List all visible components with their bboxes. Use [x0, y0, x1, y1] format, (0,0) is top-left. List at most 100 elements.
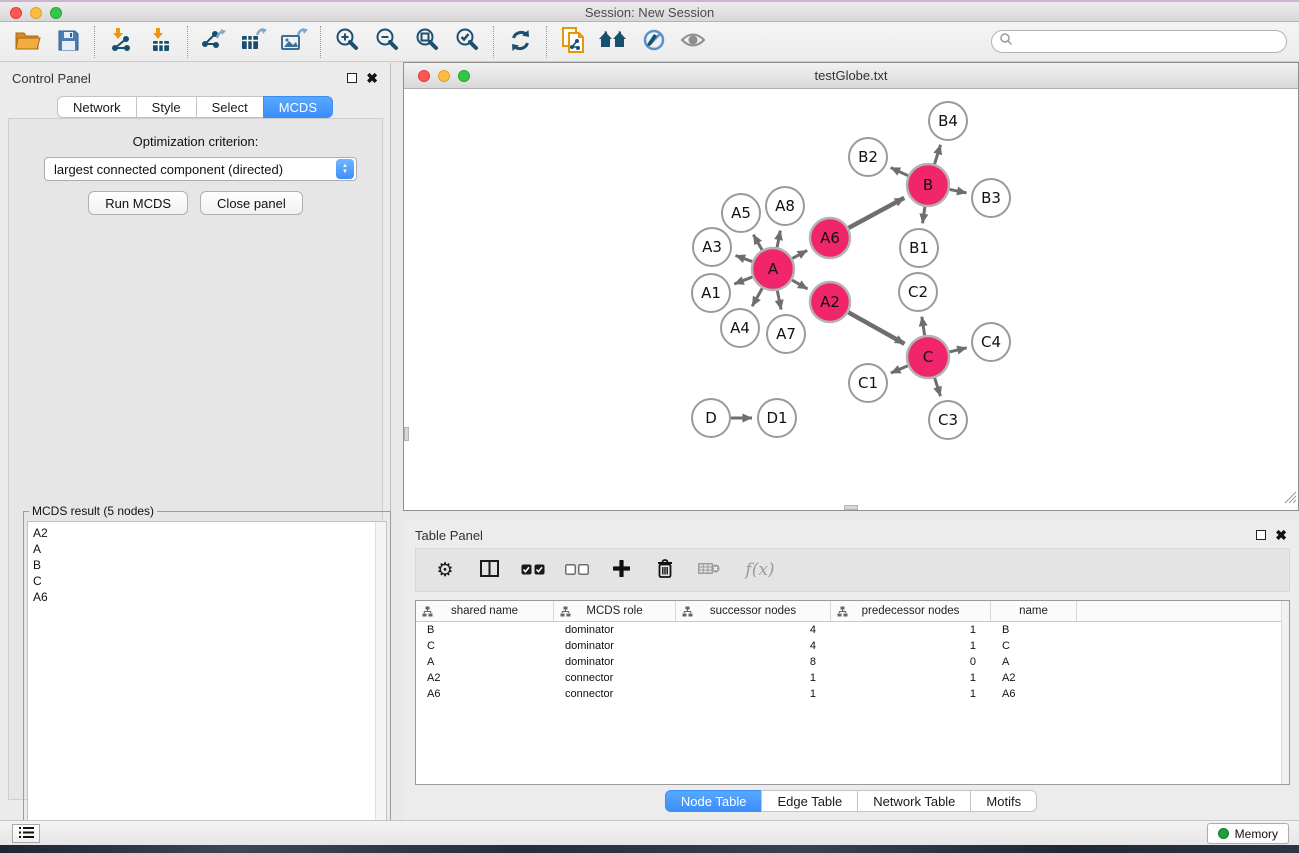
float-panel-icon[interactable] [1256, 530, 1266, 540]
graph-node-C3[interactable]: C3 [929, 401, 967, 439]
graph-edge-A-A3[interactable] [736, 255, 753, 261]
table-cell[interactable]: connector [554, 688, 676, 700]
table-cell[interactable]: B [416, 624, 554, 636]
refresh-button[interactable] [500, 25, 540, 59]
home-button[interactable] [593, 25, 633, 59]
search-box[interactable] [991, 30, 1287, 53]
table-cell[interactable]: B [991, 624, 1077, 636]
column-header-name[interactable]: name [991, 601, 1077, 621]
graph-node-D1[interactable]: D1 [758, 399, 796, 437]
export-table-button[interactable] [234, 25, 274, 59]
import-table-button[interactable] [141, 25, 181, 59]
new-network-from-selection-button[interactable] [553, 25, 593, 59]
save-session-button[interactable] [48, 25, 88, 59]
table-cell[interactable]: A [416, 656, 554, 668]
graph-edge-B-B3[interactable] [950, 189, 967, 193]
table-cell[interactable]: A [991, 656, 1077, 668]
graph-edge-A-A4[interactable] [752, 288, 762, 306]
close-panel-icon[interactable]: ✖ [1275, 530, 1287, 540]
mcds-result-item[interactable]: A2 [28, 522, 386, 541]
table-cell[interactable]: C [416, 640, 554, 652]
graph-node-A2[interactable]: A2 [810, 282, 850, 322]
graph-node-A5[interactable]: A5 [722, 194, 760, 232]
search-input[interactable] [1013, 33, 1286, 51]
tab-style[interactable]: Style [136, 96, 196, 118]
table-row[interactable]: Cdominator41C [416, 638, 1289, 654]
table-cell[interactable]: 1 [831, 672, 991, 684]
graph-edge-A-A7[interactable] [777, 291, 781, 310]
table-cell[interactable]: 1 [831, 640, 991, 652]
graph-node-C[interactable]: C [907, 336, 949, 378]
graph-node-B3[interactable]: B3 [972, 179, 1010, 217]
label-visibility-button[interactable] [633, 25, 673, 59]
zoom-fit-button[interactable] [407, 25, 447, 59]
tab-node-table[interactable]: Node Table [665, 790, 762, 812]
resize-grip-icon[interactable] [1284, 491, 1297, 509]
export-network-button[interactable] [194, 25, 234, 59]
select-all-button[interactable] [518, 555, 548, 585]
graph-edge-A-A5[interactable] [753, 235, 762, 250]
graph-node-A4[interactable]: A4 [721, 309, 759, 347]
graph-node-C2[interactable]: C2 [899, 273, 937, 311]
mcds-result-item[interactable]: A [28, 541, 386, 557]
graph-edge-C-C1[interactable] [891, 366, 908, 373]
tab-network[interactable]: Network [57, 96, 136, 118]
float-panel-icon[interactable] [347, 73, 357, 83]
mcds-result-item[interactable]: B [28, 557, 386, 573]
graph-edge-C-C4[interactable] [949, 348, 966, 352]
result-list-scrollbar[interactable] [375, 522, 386, 850]
tab-edge-table[interactable]: Edge Table [761, 790, 857, 812]
graph-node-B2[interactable]: B2 [849, 138, 887, 176]
run-mcds-button[interactable]: Run MCDS [88, 191, 188, 215]
graph-node-C4[interactable]: C4 [972, 323, 1010, 361]
delete-table-button[interactable] [694, 555, 724, 585]
graph-node-C1[interactable]: C1 [849, 364, 887, 402]
table-cell[interactable]: C [991, 640, 1077, 652]
network-canvas[interactable]: B4B2BB3B1A5A8A6A3AA1C2A4A7A2C4CC1C3DD1 [404, 89, 1298, 510]
table-scrollbar[interactable] [1281, 601, 1289, 784]
graph-edge-B-B4[interactable] [935, 145, 941, 164]
table-cell[interactable]: A6 [991, 688, 1077, 700]
graph-node-B[interactable]: B [907, 164, 949, 206]
table-row[interactable]: Adominator80A [416, 654, 1289, 670]
table-row[interactable]: Bdominator41B [416, 622, 1289, 638]
table-cell[interactable]: dominator [554, 624, 676, 636]
table-cell[interactable]: connector [554, 672, 676, 684]
delete-rows-button[interactable] [650, 555, 680, 585]
graph-node-B1[interactable]: B1 [900, 229, 938, 267]
open-session-button[interactable] [8, 25, 48, 59]
column-header-mcds-role[interactable]: MCDS role [554, 601, 676, 621]
table-cell[interactable]: 4 [676, 640, 831, 652]
import-network-button[interactable] [101, 25, 141, 59]
table-settings-button[interactable]: ⚙ [430, 555, 460, 585]
tab-mcds[interactable]: MCDS [263, 96, 333, 118]
graph-node-A3[interactable]: A3 [693, 228, 731, 266]
graph-node-A7[interactable]: A7 [767, 315, 805, 353]
table-row[interactable]: A2connector11A2 [416, 670, 1289, 686]
tab-network-table[interactable]: Network Table [857, 790, 970, 812]
table-cell[interactable]: A2 [416, 672, 554, 684]
table-cell[interactable]: dominator [554, 656, 676, 668]
close-panel-button[interactable]: Close panel [200, 191, 303, 215]
mcds-result-item[interactable]: A6 [28, 589, 386, 605]
graph-node-A6[interactable]: A6 [810, 218, 850, 258]
table-cell[interactable]: 8 [676, 656, 831, 668]
function-builder-button[interactable]: f(x) [738, 555, 782, 585]
table-cell[interactable]: 1 [831, 624, 991, 636]
table-cell[interactable]: 1 [676, 688, 831, 700]
graph-edge-C-C3[interactable] [935, 378, 941, 396]
graph-edge-A-A8[interactable] [777, 231, 780, 248]
table-cell[interactable]: A2 [991, 672, 1077, 684]
graph-edge-A-A1[interactable] [734, 277, 752, 284]
zoom-in-button[interactable] [327, 25, 367, 59]
graph-edge-C-C2[interactable] [922, 317, 925, 336]
column-header-successor-nodes[interactable]: successor nodes [676, 601, 831, 621]
graph-edge-B-B2[interactable] [891, 168, 908, 176]
graph-node-A8[interactable]: A8 [766, 187, 804, 225]
table-cell[interactable]: A6 [416, 688, 554, 700]
table-cell[interactable]: 0 [831, 656, 991, 668]
criterion-select[interactable]: largest connected component (directed) ▲… [44, 157, 357, 181]
graph-node-D[interactable]: D [692, 399, 730, 437]
mcds-result-item[interactable]: C [28, 573, 386, 589]
graph-node-A1[interactable]: A1 [692, 274, 730, 312]
